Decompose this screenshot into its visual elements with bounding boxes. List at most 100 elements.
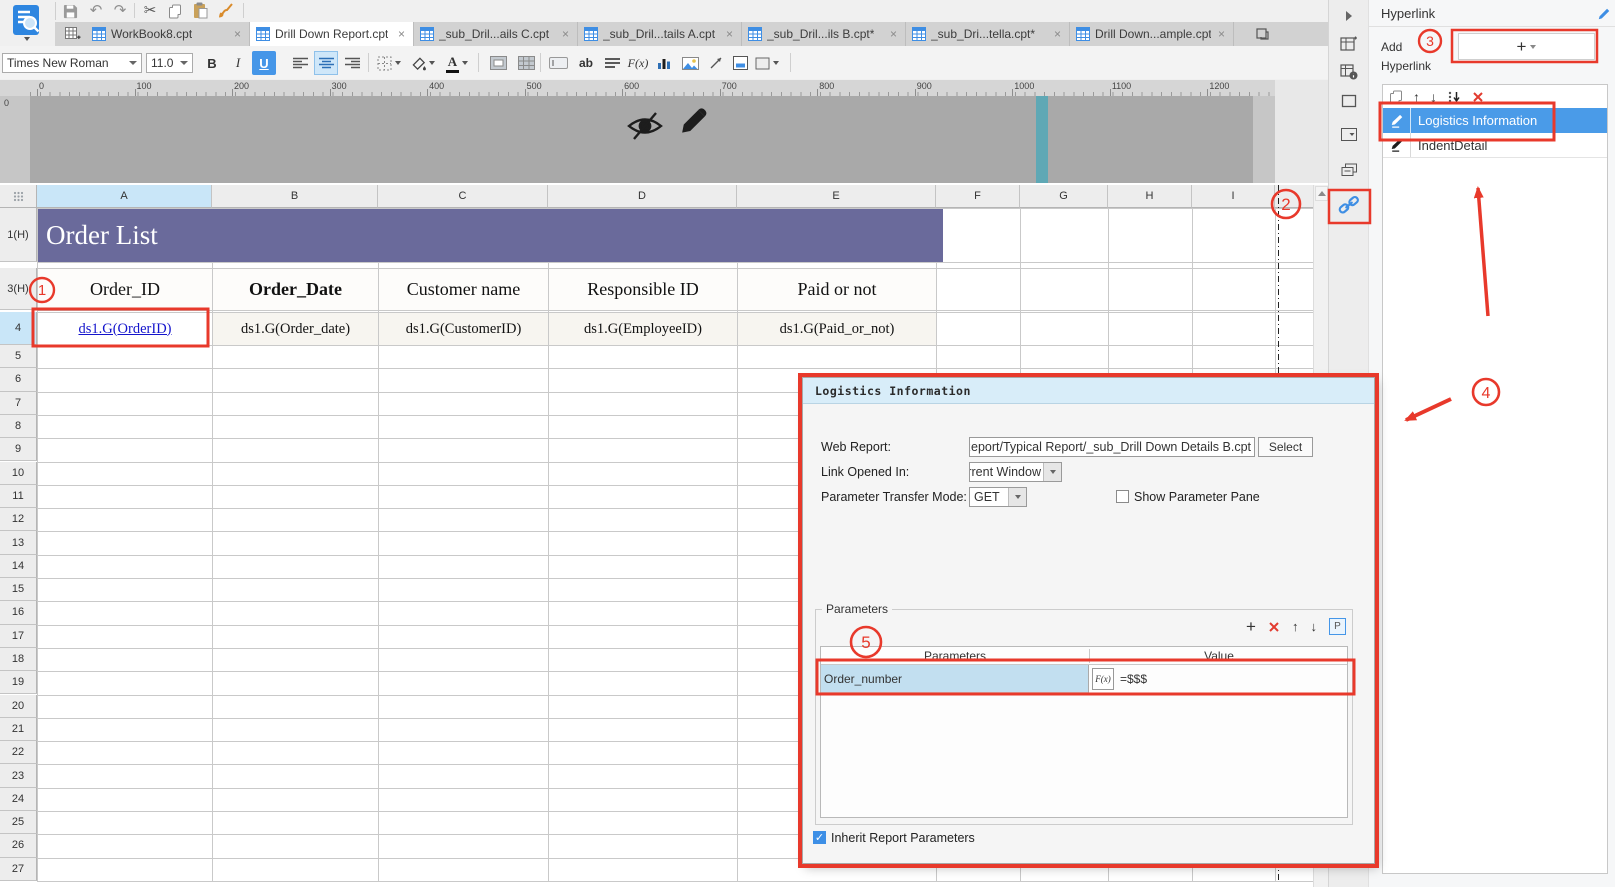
redo-icon[interactable]: ↷ bbox=[110, 1, 130, 19]
row-header-15[interactable]: 15 bbox=[0, 578, 37, 602]
parameter-value-cell[interactable]: =$$$ bbox=[1114, 665, 1347, 693]
data-cell[interactable]: ds1.G(EmployeeID) bbox=[549, 313, 737, 345]
row-header-20[interactable]: 20 bbox=[0, 694, 37, 718]
close-tab-icon[interactable]: × bbox=[396, 27, 407, 41]
widget-dropdown-icon[interactable] bbox=[1338, 124, 1360, 144]
row-header-22[interactable]: 22 bbox=[0, 741, 37, 765]
hide-preview-eye-off-icon[interactable] bbox=[625, 110, 665, 142]
row-header-9[interactable]: 9 bbox=[0, 438, 37, 462]
link-opened-in-select[interactable]: Current Window bbox=[969, 462, 1062, 482]
font-family-select[interactable]: Times New Roman bbox=[2, 53, 142, 73]
row-header-8[interactable]: 8 bbox=[0, 414, 37, 439]
column-header-A[interactable]: A bbox=[37, 185, 212, 208]
copy-item-icon[interactable] bbox=[1389, 90, 1403, 105]
italic-button[interactable]: I bbox=[226, 51, 250, 75]
panel-edit-pencil-icon[interactable] bbox=[1597, 7, 1611, 21]
parameter-p-icon[interactable]: P bbox=[1328, 618, 1346, 635]
merge-cells-icon[interactable] bbox=[486, 51, 510, 75]
row-header-6[interactable]: 6 bbox=[0, 368, 37, 392]
inherit-parameters-checkbox[interactable]: ✓ bbox=[813, 831, 826, 844]
row-header-11[interactable]: 11 bbox=[0, 484, 37, 509]
add-hyperlink-button[interactable]: + bbox=[1458, 33, 1595, 60]
table-header-cell[interactable]: Customer name bbox=[379, 269, 548, 310]
data-cell[interactable]: ds1.G(CustomerID) bbox=[379, 313, 548, 345]
save-icon[interactable] bbox=[60, 2, 80, 20]
float-element-icon[interactable] bbox=[1338, 160, 1360, 180]
column-header-D[interactable]: D bbox=[548, 185, 737, 208]
font-color-button[interactable]: A bbox=[442, 51, 472, 75]
close-tab-icon[interactable]: × bbox=[724, 27, 735, 41]
grid-corner-cell[interactable] bbox=[0, 185, 37, 208]
row-header-12[interactable]: 12 bbox=[0, 508, 37, 532]
row-header-19[interactable]: 19 bbox=[0, 671, 37, 695]
row-header-25[interactable]: 25 bbox=[0, 811, 37, 835]
row-header-16[interactable]: 16 bbox=[0, 601, 37, 625]
edit-pencil-icon[interactable] bbox=[680, 106, 708, 142]
new-report-tab-icon[interactable] bbox=[65, 27, 81, 41]
report-title-banner[interactable]: Order List bbox=[38, 209, 943, 262]
scroll-up-icon[interactable] bbox=[1315, 186, 1328, 201]
show-parameter-pane-checkbox[interactable] bbox=[1116, 490, 1129, 503]
table-header-cell[interactable]: Paid or not bbox=[738, 269, 936, 310]
unmerge-cells-icon[interactable] bbox=[514, 51, 538, 75]
dialog-titlebar[interactable]: Logistics Information bbox=[803, 378, 1374, 404]
copy-icon[interactable] bbox=[165, 2, 185, 20]
parameter-fx-button[interactable]: F(x) bbox=[1092, 668, 1114, 690]
close-tab-icon[interactable]: × bbox=[232, 27, 243, 41]
line-tool-icon[interactable] bbox=[704, 51, 728, 75]
cell-element-icon[interactable] bbox=[1338, 91, 1360, 111]
align-left-button[interactable] bbox=[288, 51, 312, 75]
select-report-button[interactable]: Select bbox=[1258, 437, 1313, 457]
hyperlink-chain-icon[interactable] bbox=[1338, 191, 1360, 219]
web-report-input[interactable]: demo/Report/Typical Report/_sub_Drill Do… bbox=[969, 437, 1255, 457]
report-canvas-collapsed-pane[interactable] bbox=[30, 96, 1253, 183]
table-header-cell[interactable]: Order_Date bbox=[213, 269, 378, 310]
data-cell-hyperlink[interactable]: ds1.G(OrderID) bbox=[38, 313, 212, 345]
column-header-E[interactable]: E bbox=[737, 185, 936, 208]
row-header-21[interactable]: 21 bbox=[0, 717, 37, 742]
transfer-mode-select[interactable]: GET bbox=[969, 487, 1027, 507]
align-center-button[interactable] bbox=[314, 51, 338, 75]
tab--sub-dril-ils-b-cpt-[interactable]: _sub_Dril...ils B.cpt* × bbox=[742, 22, 906, 46]
row-header-17[interactable]: 17 bbox=[0, 624, 37, 648]
image-icon[interactable] bbox=[678, 51, 702, 75]
parameter-name-cell[interactable]: Order_number bbox=[821, 665, 1089, 693]
parameter-up-icon[interactable]: ↑ bbox=[1292, 619, 1299, 634]
tab-overflow-icon[interactable] bbox=[1256, 28, 1269, 40]
parameter-down-icon[interactable]: ↓ bbox=[1310, 619, 1317, 634]
text-ab-icon[interactable]: ab bbox=[574, 51, 598, 75]
add-parameter-icon[interactable]: + bbox=[1246, 618, 1256, 635]
column-header-H[interactable]: H bbox=[1108, 185, 1192, 208]
align-right-button[interactable] bbox=[340, 51, 364, 75]
parameter-row[interactable]: Order_number F(x) =$$$ bbox=[821, 665, 1347, 693]
row-header-24[interactable]: 24 bbox=[0, 787, 37, 811]
column-header-G[interactable]: G bbox=[1020, 185, 1108, 208]
column-header-B[interactable]: B bbox=[212, 185, 378, 208]
formula-icon[interactable]: F(x) bbox=[626, 51, 650, 75]
close-tab-icon[interactable]: × bbox=[888, 27, 899, 41]
delete-item-icon[interactable] bbox=[1472, 91, 1484, 103]
edit-pencil-icon[interactable] bbox=[1383, 133, 1411, 157]
app-logo[interactable] bbox=[6, 3, 50, 58]
format-painter-icon[interactable] bbox=[216, 1, 236, 19]
row-header-5[interactable]: 5 bbox=[0, 345, 37, 369]
shape-rect-button[interactable] bbox=[752, 51, 782, 75]
report-info-icon[interactable] bbox=[1338, 62, 1360, 82]
pane-divider-marker[interactable] bbox=[1036, 96, 1048, 183]
table-header-cell[interactable]: Responsible ID bbox=[549, 269, 737, 310]
tab--sub-dri-tella-cpt-[interactable]: _sub_Dri...tella.cpt* × bbox=[906, 22, 1070, 46]
bold-button[interactable]: B bbox=[200, 51, 224, 75]
underline-button[interactable]: U bbox=[252, 51, 276, 75]
delete-parameter-icon[interactable] bbox=[1268, 621, 1280, 633]
move-up-icon[interactable]: ↑ bbox=[1413, 89, 1420, 105]
widget-icon[interactable] bbox=[728, 51, 752, 75]
row-header-3H[interactable]: 3(H) bbox=[0, 268, 37, 310]
row-header-18[interactable]: 18 bbox=[0, 647, 37, 672]
row-header-27[interactable]: 27 bbox=[0, 857, 37, 881]
font-size-select[interactable]: 11.0 bbox=[146, 53, 193, 73]
close-tab-icon[interactable]: × bbox=[1052, 27, 1063, 41]
row-header-7[interactable]: 7 bbox=[0, 391, 37, 415]
tab--sub-dril-ails-c-cpt[interactable]: _sub_Dril...ails C.cpt × bbox=[414, 22, 578, 46]
chart-icon[interactable] bbox=[652, 51, 676, 75]
move-down-icon[interactable]: ↓ bbox=[1430, 89, 1437, 105]
